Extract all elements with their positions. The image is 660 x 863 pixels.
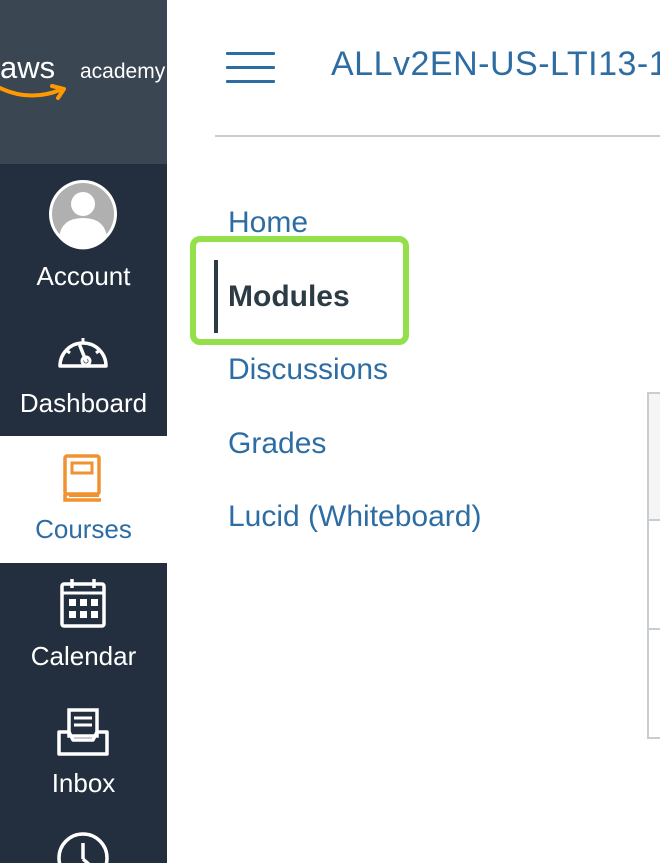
- account-avatar-icon: [49, 180, 117, 250]
- calendar-icon: [60, 579, 106, 628]
- logo-aws-text: aws: [0, 50, 56, 85]
- header-divider: [215, 135, 660, 137]
- hamburger-line: [226, 52, 275, 55]
- nav-inbox-label: Inbox: [51, 768, 116, 798]
- logo-academy-text: academy: [80, 60, 166, 83]
- content-panel-header: [649, 394, 660, 519]
- courses-book-icon: [63, 454, 101, 502]
- nav-calendar-label: Calendar: [30, 641, 137, 671]
- nav-history[interactable]: [0, 817, 167, 863]
- history-clock-icon: [57, 832, 109, 863]
- course-nav-grades[interactable]: Grades: [228, 427, 326, 461]
- nav-dashboard[interactable]: Dashboard: [0, 300, 167, 436]
- highlight-annotation-box: [190, 236, 409, 345]
- global-nav: aws academy Account Dashboard Courses Ca…: [0, 0, 167, 863]
- course-nav-home[interactable]: Home: [228, 206, 308, 240]
- nav-dashboard-label: Dashboard: [19, 388, 148, 418]
- nav-account[interactable]: Account: [0, 164, 167, 300]
- course-nav-discussions[interactable]: Discussions: [228, 353, 388, 387]
- dashboard-gauge-icon: [58, 338, 108, 368]
- nav-inbox[interactable]: Inbox: [0, 690, 167, 817]
- course-menu-toggle-button[interactable]: [226, 50, 276, 86]
- aws-academy-logo[interactable]: aws academy: [0, 0, 167, 164]
- hamburger-line: [226, 66, 275, 69]
- nav-courses-label: Courses: [35, 514, 132, 544]
- course-title-breadcrumb[interactable]: ALLv2EN-US-LTI13-1: [331, 45, 660, 84]
- content-row-divider: [649, 519, 660, 521]
- course-nav-lucid-whiteboard[interactable]: Lucid (Whiteboard): [228, 500, 481, 534]
- inbox-icon: [57, 708, 109, 756]
- content-row-divider: [649, 628, 660, 630]
- aws-smile-icon: [0, 84, 66, 100]
- nav-account-label: Account: [36, 261, 131, 291]
- nav-courses[interactable]: Courses: [0, 436, 167, 563]
- hamburger-line: [226, 80, 275, 83]
- content-panel: [647, 392, 660, 739]
- nav-calendar[interactable]: Calendar: [0, 563, 167, 690]
